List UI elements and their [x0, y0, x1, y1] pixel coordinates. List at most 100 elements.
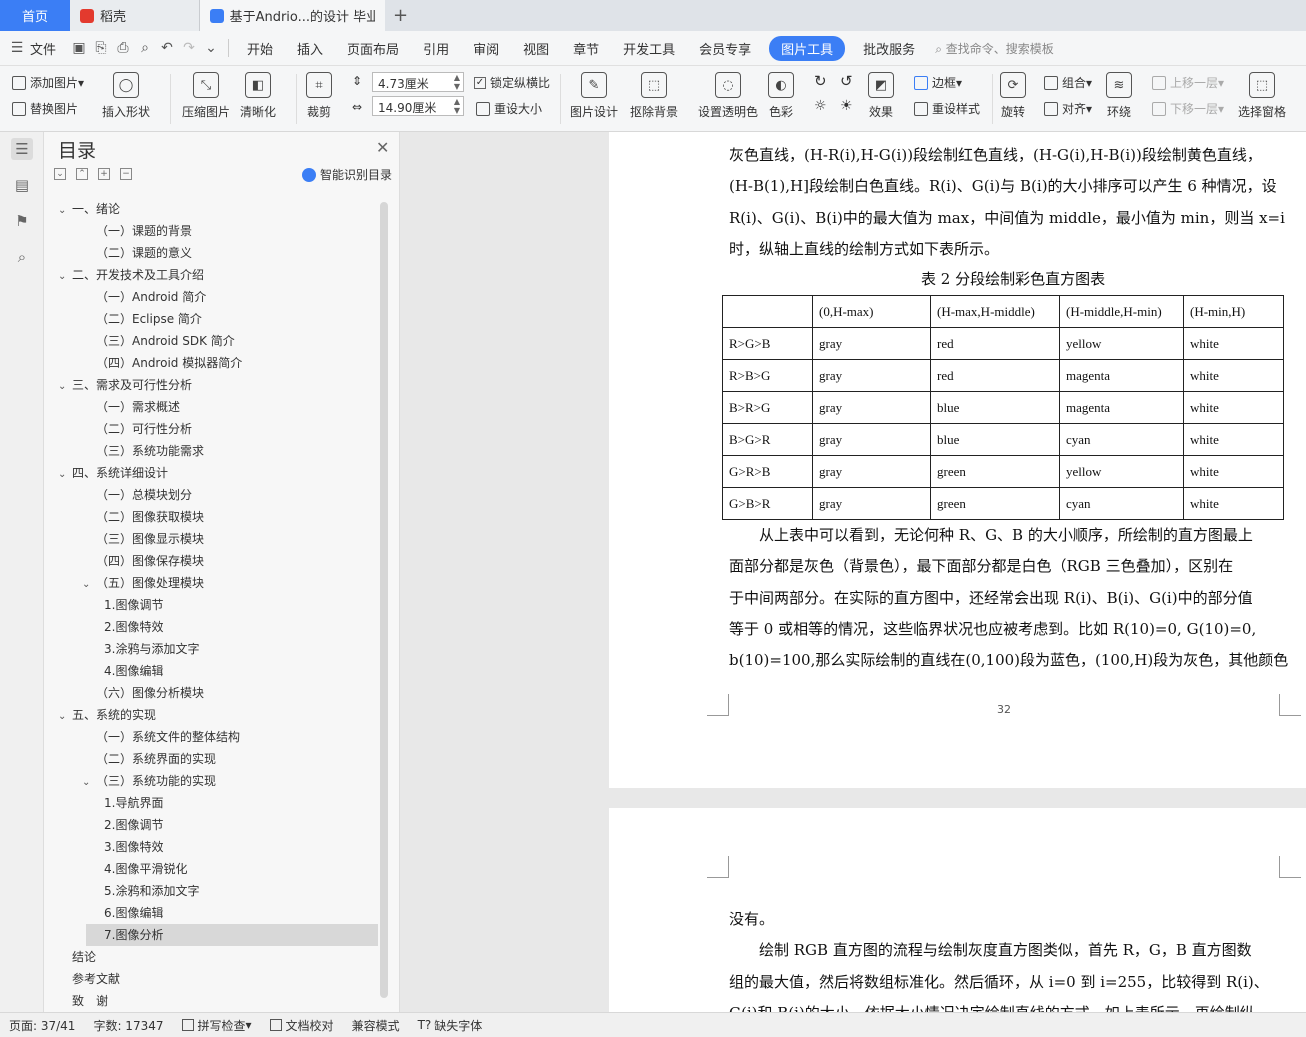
rotate-button[interactable]: ⟳ 旋转 [1000, 72, 1026, 120]
brightness-up-icon[interactable]: ☼ [814, 98, 827, 114]
sharpen-button[interactable]: ◧ 清晰化 [240, 72, 276, 120]
toc-item[interactable]: （二）系统界面的实现 [44, 748, 374, 770]
toc-item[interactable]: （三）图像显示模块 [44, 528, 374, 550]
hamburger-icon[interactable]: ☰ [6, 37, 28, 59]
menu-layout[interactable]: 页面布局 [335, 39, 411, 58]
group-button[interactable]: 组合 ▾ [1044, 74, 1092, 91]
contrast-down-icon[interactable]: ↺ [840, 72, 853, 90]
menu-picture-tools[interactable]: 图片工具 [769, 35, 846, 61]
bookmark-icon[interactable]: ⚑ [11, 210, 33, 232]
toc-item[interactable]: ⌄ 一、绪论 [44, 198, 374, 220]
compress-image-button[interactable]: ⤡ 压缩图片 [182, 72, 230, 120]
promote-icon[interactable]: + [98, 168, 110, 180]
toc-item[interactable]: （二）课题的意义 [44, 242, 374, 264]
tab-daoke[interactable]: 稻壳 [70, 0, 200, 31]
toc-item[interactable]: 2.图像特效 [44, 616, 374, 638]
menu-insert[interactable]: 插入 [285, 39, 335, 58]
page-indicator[interactable]: 页面: 37/41 [0, 1017, 84, 1034]
spin-arrows-icon[interactable]: ▲ ▼ [454, 97, 460, 115]
preview-icon[interactable]: ⌕ [134, 37, 156, 59]
demote-icon[interactable]: − [120, 168, 132, 180]
insert-shape-button[interactable]: ◯ 插入形状 [102, 72, 150, 120]
reset-style-button[interactable]: 重设样式 [914, 100, 980, 117]
spin-arrows-icon[interactable]: ▲ ▼ [454, 73, 460, 91]
replace-image-button[interactable]: 替换图片 [12, 100, 78, 117]
tab-document[interactable]: 基于Andrio...的设计 毕业论文 [200, 0, 385, 31]
remove-background-button[interactable]: ⬚ 抠除背景 [630, 72, 678, 120]
tab-home[interactable]: 首页 [0, 0, 70, 31]
toc-item[interactable]: 致 谢 [44, 990, 374, 1008]
toc-item[interactable]: 2.图像调节 [44, 814, 374, 836]
toc-icon[interactable]: ☰ [11, 138, 33, 160]
toc-item[interactable]: 6.图像编辑 [44, 902, 374, 924]
chevron-down-icon[interactable]: ⌄ [58, 464, 72, 486]
save-icon[interactable]: ▣ [68, 37, 90, 59]
menu-correction[interactable]: 批改服务 [851, 39, 927, 58]
menu-devtools[interactable]: 开发工具 [611, 39, 687, 58]
toc-item[interactable]: 结论 [44, 946, 374, 968]
toc-item[interactable]: （六）图像分析模块 [44, 682, 374, 704]
contrast-up-icon[interactable]: ↻ [814, 72, 827, 90]
print-icon[interactable]: ⎙ [112, 37, 134, 59]
align-button[interactable]: 对齐 ▾ [1044, 100, 1092, 117]
toc-item[interactable]: （一）系统文件的整体结构 [44, 726, 374, 748]
image-design-button[interactable]: ✎ 图片设计 [570, 72, 618, 120]
toc-item[interactable]: （一）总模块划分 [44, 484, 374, 506]
toc-scrollbar[interactable] [380, 202, 388, 998]
toc-item[interactable]: （四）Android 模拟器简介 [44, 352, 374, 374]
menu-member[interactable]: 会员专享 [687, 39, 763, 58]
missing-font-button[interactable]: T? 缺失字体 [409, 1017, 492, 1034]
toc-item[interactable]: 7.图像分析 [86, 924, 378, 946]
toc-item[interactable]: 1.图像调节 [44, 594, 374, 616]
toc-item[interactable]: 4.图像平滑锐化 [44, 858, 374, 880]
chevron-down-icon[interactable]: ⌄ [58, 376, 72, 398]
menu-start[interactable]: 开始 [235, 39, 285, 58]
size-height-input[interactable]: 14.90厘米 ▲ ▼ [372, 96, 464, 116]
collapse-all-icon[interactable]: ⌃ [76, 168, 88, 180]
close-icon[interactable]: ✕ [376, 138, 389, 157]
effects-button[interactable]: ◩ 效果 [868, 72, 894, 120]
toc-item[interactable]: ⌄ 二、开发技术及工具介绍 [44, 264, 374, 286]
toc-item[interactable]: （二）可行性分析 [44, 418, 374, 440]
chevron-down-icon[interactable]: ⌄ [58, 266, 72, 288]
menu-review[interactable]: 审阅 [461, 39, 511, 58]
send-backward-button[interactable]: 下移一层 ▾ [1152, 100, 1224, 117]
add-image-button[interactable]: 添加图片 ▾ [12, 74, 84, 91]
toc-item[interactable]: （一）Android 简介 [44, 286, 374, 308]
spell-check-button[interactable]: 拼写检查 ▾ [173, 1017, 261, 1034]
more-icon[interactable]: ⌄ [200, 37, 222, 59]
selection-pane-button[interactable]: ⬚ 选择窗格 [1238, 72, 1286, 120]
new-tab-button[interactable]: + [385, 0, 416, 31]
smart-toc-button[interactable]: 智能识别目录 [302, 166, 392, 183]
toc-item[interactable]: 3.涂鸦与添加文字 [44, 638, 374, 660]
toc-item[interactable]: （三）系统功能需求 [44, 440, 374, 462]
toc-item[interactable]: ⌄ （五）图像处理模块 [44, 572, 374, 594]
wrap-button[interactable]: ≋ 环绕 [1106, 72, 1132, 120]
chevron-down-icon[interactable]: ⌄ [58, 200, 72, 222]
compat-mode[interactable]: 兼容模式 [343, 1017, 409, 1034]
bring-forward-button[interactable]: 上移一层 ▾ [1152, 74, 1224, 91]
reset-size-button[interactable]: 重设大小 [476, 100, 542, 117]
toc-item[interactable]: （一）课题的背景 [44, 220, 374, 242]
toc-item[interactable]: 1.导航界面 [44, 792, 374, 814]
toc-item[interactable]: ⌄ 四、系统详细设计 [44, 462, 374, 484]
redo-icon[interactable]: ↷ [178, 37, 200, 59]
toc-item[interactable]: ⌄ （三）系统功能的实现 [44, 770, 374, 792]
toc-item[interactable]: ⌄ 五、系统的实现 [44, 704, 374, 726]
toc-item[interactable]: ⌄ 三、需求及可行性分析 [44, 374, 374, 396]
undo-icon[interactable]: ↶ [156, 37, 178, 59]
export-icon[interactable]: ⎘ [90, 37, 112, 59]
brightness-down-icon[interactable]: ☀ [840, 98, 853, 114]
toc-item[interactable]: 参考文献 [44, 968, 374, 990]
toc-item[interactable]: 3.图像特效 [44, 836, 374, 858]
border-button[interactable]: 边框 ▾ [914, 74, 962, 91]
toc-item[interactable]: （四）图像保存模块 [44, 550, 374, 572]
proofread-button[interactable]: 文档校对 [261, 1017, 343, 1034]
toc-item[interactable]: （一）需求概述 [44, 396, 374, 418]
menu-view[interactable]: 视图 [511, 39, 561, 58]
menu-file[interactable]: 文件 [28, 39, 68, 58]
chevron-down-icon[interactable]: ⌄ [58, 706, 72, 728]
toc-item[interactable]: 5.涂鸦和添加文字 [44, 880, 374, 902]
crop-button[interactable]: ⌗ 裁剪 [306, 72, 332, 120]
expand-all-icon[interactable]: ⌄ [54, 168, 66, 180]
